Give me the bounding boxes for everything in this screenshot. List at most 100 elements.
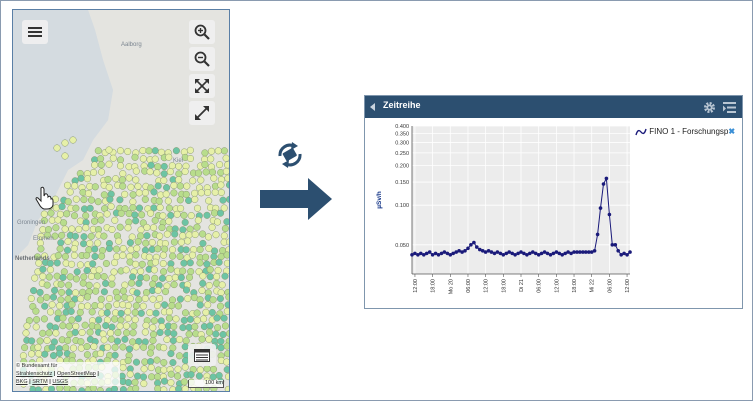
station-dot[interactable] — [207, 147, 216, 155]
station-dot[interactable] — [153, 169, 161, 177]
station-dot[interactable] — [217, 337, 225, 345]
station-dot[interactable] — [224, 174, 229, 182]
station-dot[interactable] — [33, 316, 41, 324]
station-dot[interactable] — [147, 161, 155, 169]
station-dot[interactable] — [88, 308, 96, 316]
station-dot[interactable] — [39, 329, 47, 337]
station-dot[interactable] — [177, 273, 185, 282]
station-dot[interactable] — [158, 274, 167, 282]
station-dot[interactable] — [129, 191, 137, 199]
station-dot[interactable] — [165, 204, 173, 212]
station-dot[interactable] — [53, 272, 61, 280]
station-dot[interactable] — [151, 216, 159, 224]
station-dot[interactable] — [132, 302, 140, 310]
station-dot[interactable] — [160, 176, 168, 185]
station-dot[interactable] — [106, 195, 114, 203]
station-dot[interactable] — [111, 351, 119, 359]
station-dot[interactable] — [185, 231, 193, 239]
station-dot[interactable] — [56, 245, 64, 253]
station-dot[interactable] — [175, 170, 183, 178]
station-dot[interactable] — [103, 210, 111, 218]
station-dot[interactable] — [61, 139, 69, 147]
station-dot[interactable] — [165, 308, 173, 316]
station-dot[interactable] — [159, 251, 167, 259]
station-dot[interactable] — [87, 272, 96, 281]
station-dot[interactable] — [122, 266, 130, 274]
station-dot[interactable] — [217, 289, 225, 297]
station-dot[interactable] — [145, 253, 153, 261]
station-dot[interactable] — [56, 302, 64, 310]
station-dot[interactable] — [119, 182, 127, 190]
station-dot[interactable] — [140, 380, 148, 388]
station-dot[interactable] — [105, 146, 113, 154]
station-dot[interactable] — [66, 273, 74, 281]
timeseries-chart[interactable]: 0.050 0.100 0.150 0.200 0.250 0.300 0.350 0.400… — [365, 118, 635, 308]
station-dot[interactable] — [77, 174, 85, 182]
station-dot[interactable] — [135, 279, 143, 287]
station-dot[interactable] — [112, 175, 120, 183]
station-dot[interactable] — [61, 253, 69, 261]
station-dot[interactable] — [90, 217, 99, 225]
station-dot[interactable] — [68, 225, 76, 233]
station-dot[interactable] — [137, 226, 145, 234]
station-dot[interactable] — [81, 321, 89, 329]
station-dot[interactable] — [60, 219, 68, 227]
station-dot[interactable] — [44, 226, 53, 234]
station-dot[interactable] — [111, 216, 119, 224]
station-dot[interactable] — [59, 314, 67, 322]
station-dot[interactable] — [134, 182, 142, 190]
station-dot[interactable] — [65, 288, 73, 296]
station-dot[interactable] — [36, 337, 44, 345]
station-dot[interactable] — [32, 307, 40, 315]
station-dot[interactable] — [77, 338, 85, 346]
station-dot[interactable] — [165, 314, 173, 322]
station-dot[interactable] — [124, 224, 132, 232]
station-dot[interactable] — [71, 232, 79, 240]
station-dot[interactable] — [58, 231, 66, 239]
station-dot[interactable] — [100, 273, 108, 281]
station-dot[interactable] — [195, 372, 203, 380]
station-dot[interactable] — [132, 176, 140, 184]
station-dot[interactable] — [140, 365, 148, 373]
station-dot[interactable] — [83, 351, 91, 359]
station-dot[interactable] — [199, 272, 207, 280]
station-dot[interactable] — [95, 266, 103, 274]
station-dot[interactable] — [150, 224, 158, 232]
station-dot[interactable] — [111, 343, 119, 351]
station-dot[interactable] — [161, 288, 170, 296]
station-dot[interactable] — [32, 323, 40, 331]
station-dot[interactable] — [146, 349, 154, 357]
station-dot[interactable] — [184, 295, 192, 303]
station-dot[interactable] — [57, 280, 65, 288]
station-dot[interactable] — [64, 237, 72, 245]
station-dot[interactable] — [107, 202, 115, 210]
station-dot[interactable] — [216, 209, 225, 217]
station-dot[interactable] — [172, 147, 180, 155]
station-dot[interactable] — [57, 239, 65, 247]
station-dot[interactable] — [212, 330, 220, 338]
series-point[interactable] — [607, 212, 612, 217]
station-dot[interactable] — [220, 314, 228, 322]
station-dot[interactable] — [70, 251, 78, 259]
station-dot[interactable] — [205, 328, 214, 336]
station-dot[interactable] — [66, 188, 74, 196]
station-dot[interactable] — [49, 352, 58, 360]
station-dot[interactable] — [218, 281, 226, 289]
station-dot[interactable] — [132, 217, 140, 225]
station-dot[interactable] — [52, 329, 60, 337]
station-dot[interactable] — [191, 189, 199, 197]
station-dot[interactable] — [115, 237, 123, 245]
station-dot[interactable] — [129, 204, 137, 212]
station-dot[interactable] — [119, 364, 127, 372]
station-dot[interactable] — [174, 372, 182, 380]
station-dot[interactable] — [151, 147, 159, 155]
station-dot[interactable] — [82, 212, 90, 220]
station-dot[interactable] — [191, 195, 199, 203]
station-dot[interactable] — [100, 336, 108, 344]
station-dot[interactable] — [108, 274, 116, 282]
station-dot[interactable] — [111, 259, 119, 267]
station-dot[interactable] — [135, 295, 143, 304]
station-dot[interactable] — [126, 370, 134, 378]
station-dot[interactable] — [116, 196, 124, 204]
station-dot[interactable] — [86, 239, 94, 247]
